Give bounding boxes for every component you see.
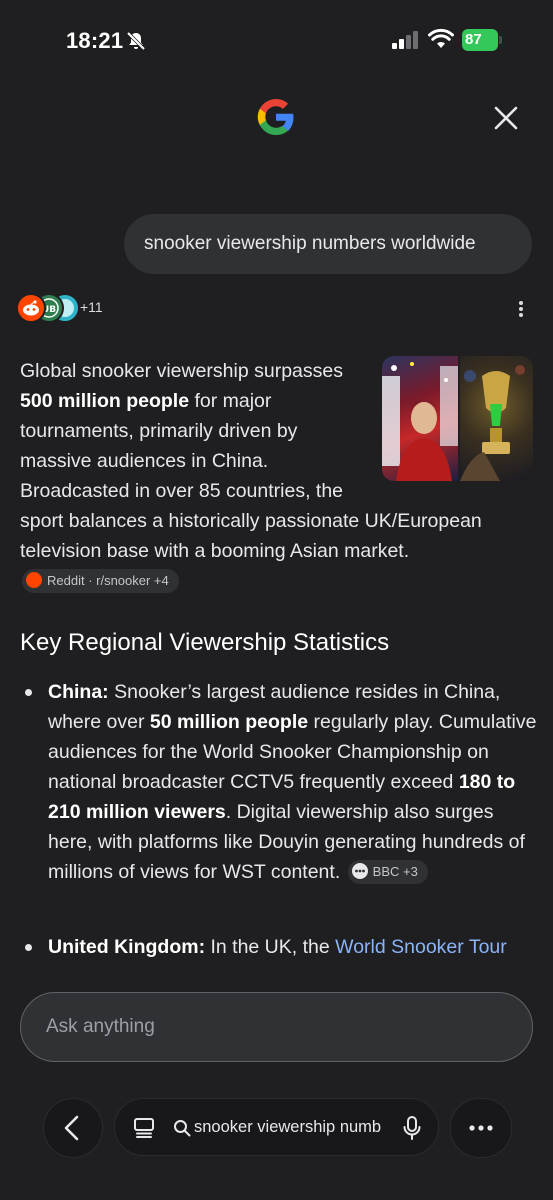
- reddit-icon: [26, 572, 42, 588]
- bullet-dot: [25, 689, 32, 696]
- section-heading: Key Regional Viewership Statistics: [20, 629, 390, 656]
- ask-input[interactable]: Ask anything: [20, 992, 533, 1062]
- status-time: 18:21: [66, 28, 124, 53]
- battery-tip: [499, 36, 502, 44]
- content-fade: [0, 955, 553, 995]
- chevron-left-icon: [64, 1115, 79, 1141]
- battery-indicator: 87: [462, 29, 498, 51]
- bullet-bold-1: 50 million people: [149, 711, 309, 733]
- summary-text-1: Global snooker viewership surpasses: [20, 360, 343, 382]
- user-query-bubble: snooker viewership numbers worldwide: [124, 214, 532, 274]
- source-count[interactable]: +11: [80, 299, 103, 315]
- summary-bold-1: 500 million people: [20, 390, 190, 412]
- bullet-dot: [25, 944, 32, 951]
- bullet-label: China:: [48, 681, 109, 703]
- reddit-icon: [16, 293, 46, 323]
- answer-summary: Global snooker viewership surpasses 500 …: [20, 356, 535, 596]
- more-horizontal-icon: [351, 863, 368, 879]
- source-chip-label: Reddit · r/snooker +4: [47, 573, 169, 588]
- source-icons[interactable]: UB: [16, 293, 80, 323]
- close-icon[interactable]: [490, 102, 522, 134]
- google-logo: [257, 99, 294, 136]
- battery-level: 87: [465, 31, 482, 48]
- mic-icon[interactable]: [402, 1116, 422, 1140]
- source-chip-bbc[interactable]: BBC +3: [347, 860, 428, 884]
- back-button[interactable]: [43, 1098, 103, 1158]
- address-text[interactable]: snooker viewership numb: [194, 1099, 384, 1155]
- wifi-icon: [428, 28, 454, 48]
- search-icon: [174, 1120, 191, 1137]
- more-horizontal-icon: [469, 1125, 493, 1131]
- tabs-icon[interactable]: [133, 1117, 155, 1139]
- source-chip-reddit[interactable]: Reddit · r/snooker +4: [22, 569, 179, 593]
- address-bar[interactable]: snooker viewership numb: [114, 1098, 439, 1156]
- menu-button[interactable]: [450, 1098, 512, 1158]
- source-chip-label: BBC +3: [372, 864, 418, 879]
- signal-icon: [392, 31, 418, 49]
- bullet-china: China: Snooker’s largest audience reside…: [48, 677, 538, 887]
- more-vertical-icon[interactable]: [510, 296, 532, 322]
- bell-off-icon: [126, 31, 146, 51]
